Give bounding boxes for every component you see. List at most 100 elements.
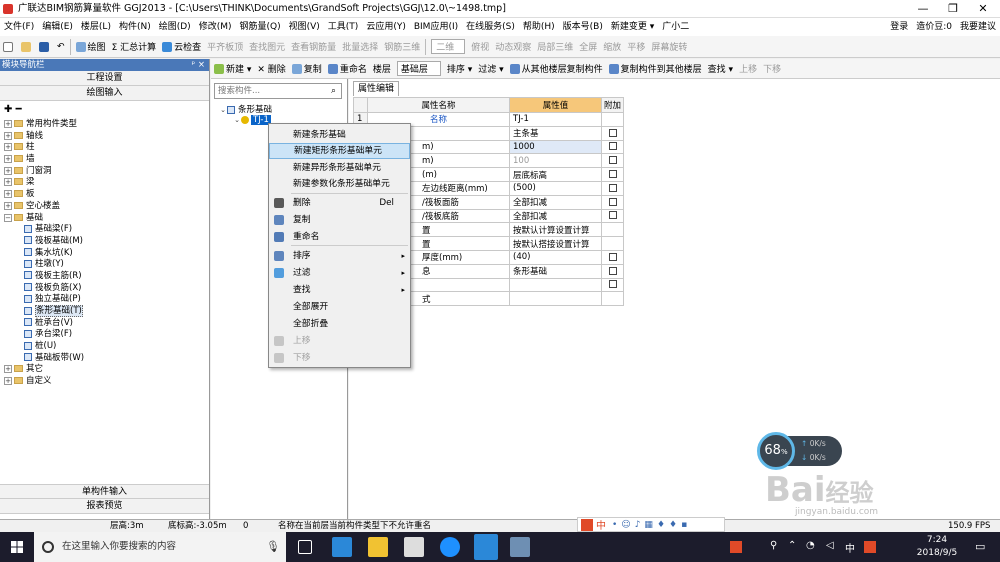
property-value[interactable]: 全部扣减 bbox=[509, 194, 602, 210]
property-value[interactable]: 100 bbox=[509, 153, 602, 169]
property-value[interactable]: 1000 bbox=[509, 139, 602, 155]
nav-item[interactable]: 筏板负筋(X) bbox=[4, 283, 209, 295]
fullscreen-button[interactable]: 全屏 bbox=[576, 36, 600, 58]
property-value[interactable]: 层底标高 bbox=[509, 167, 602, 182]
expand-icon[interactable]: + bbox=[4, 190, 12, 199]
draw-button[interactable]: 绘图 bbox=[73, 36, 109, 58]
project-settings-button[interactable]: 工程设置 bbox=[0, 71, 209, 86]
orbit-button[interactable]: 动态观察 bbox=[492, 36, 534, 58]
clock-date[interactable]: 2018/9/5 bbox=[912, 548, 962, 558]
rotate-screen-button[interactable]: 屏幕旋转 bbox=[648, 36, 690, 58]
rename-button[interactable]: 重命名 bbox=[325, 58, 370, 80]
context-menu-item[interactable]: 重命名 bbox=[269, 229, 410, 245]
nav-folder[interactable]: + 柱 bbox=[4, 142, 209, 154]
extra-checkbox[interactable] bbox=[608, 197, 617, 206]
floor-select[interactable]: 基础层 bbox=[394, 58, 444, 80]
align-slab-top-button[interactable]: 平齐板顶 bbox=[204, 36, 246, 58]
extra-checkbox[interactable] bbox=[608, 252, 617, 261]
new-button[interactable]: 新建 ▾ bbox=[211, 58, 254, 80]
expand-icon[interactable]: + bbox=[4, 377, 12, 386]
edge-icon[interactable] bbox=[440, 537, 460, 557]
people-icon[interactable]: ⚲ bbox=[770, 540, 777, 551]
move-down-button[interactable]: 下移 bbox=[760, 58, 784, 80]
property-value[interactable] bbox=[509, 291, 602, 307]
nav-folder[interactable]: + 墙 bbox=[4, 154, 209, 166]
mail-icon[interactable] bbox=[404, 537, 424, 557]
menu-online[interactable]: 在线服务(S) bbox=[462, 18, 519, 36]
extra-checkbox[interactable] bbox=[608, 211, 617, 220]
extra-checkbox[interactable] bbox=[608, 183, 617, 192]
nav-folder[interactable]: + 门窗洞 bbox=[4, 166, 209, 178]
task-view-icon[interactable] bbox=[298, 540, 312, 554]
expand-icon[interactable]: + bbox=[4, 120, 12, 128]
nav-item[interactable]: 桩承台(V) bbox=[4, 318, 209, 330]
extra-checkbox[interactable] bbox=[608, 266, 617, 275]
copy-from-floor-button[interactable]: 从其他楼层复制构件 bbox=[507, 58, 606, 80]
expand-icon[interactable]: + bbox=[4, 143, 12, 152]
context-menu-item[interactable]: 删除 Del bbox=[269, 195, 410, 211]
sort-button[interactable]: 排序 ▾ bbox=[444, 58, 475, 80]
cloud-check-button[interactable]: 云检查 bbox=[159, 36, 204, 58]
top-view-button[interactable]: 俯视 bbox=[468, 36, 492, 58]
move-up-button[interactable]: 上移 bbox=[736, 58, 760, 80]
nav-folder[interactable]: − 基础 bbox=[4, 213, 209, 225]
property-value[interactable]: 条形基础 bbox=[509, 263, 602, 279]
nav-folder[interactable]: + 空心楼盖 bbox=[4, 201, 209, 213]
menu-help[interactable]: 帮助(H) bbox=[519, 18, 559, 36]
clock-time[interactable]: 7:24 bbox=[912, 535, 962, 545]
nav-item[interactable]: 条形基础(T) bbox=[4, 305, 209, 318]
nav-folder[interactable]: + 其它 bbox=[4, 364, 209, 376]
cost-beans[interactable]: 造价豆:0 bbox=[912, 18, 956, 36]
ime-tool-icons[interactable]: •☺♪▦♦♦▪ bbox=[612, 520, 691, 530]
context-menu-item[interactable]: 全部折叠 bbox=[269, 316, 410, 332]
zoom-button[interactable]: 缩放 bbox=[600, 36, 624, 58]
expand-icon[interactable]: + bbox=[4, 365, 12, 374]
network-widget[interactable]: ↑ 0K/s ↓ 0K/s 68% bbox=[757, 432, 843, 470]
menu-assistant[interactable]: 广小二 bbox=[658, 18, 693, 36]
up-arrow-icon[interactable]: ⌃ bbox=[788, 540, 796, 551]
microphone-icon[interactable]: 🎙 bbox=[266, 540, 280, 553]
pan-button[interactable]: 平移 bbox=[624, 36, 648, 58]
context-menu-item[interactable]: 新建异形条形基础单元 bbox=[269, 160, 410, 176]
menu-file[interactable]: 文件(F) bbox=[0, 18, 38, 36]
summary-calc-button[interactable]: Σ 汇总计算 bbox=[109, 36, 160, 58]
context-menu-item[interactable]: 复制 bbox=[269, 212, 410, 228]
glodon-app-icon[interactable] bbox=[474, 534, 498, 560]
expand-icon[interactable]: + bbox=[4, 166, 12, 175]
extra-checkbox[interactable] bbox=[608, 170, 617, 179]
login-link[interactable]: 登录 bbox=[886, 18, 912, 36]
expand-icon[interactable]: + bbox=[4, 155, 12, 164]
expand-icon[interactable]: + bbox=[4, 178, 12, 187]
menu-new-change[interactable]: 新建变更 ▾ bbox=[607, 18, 658, 36]
windows-start-icon[interactable] bbox=[11, 541, 23, 553]
menu-tools[interactable]: 工具(T) bbox=[324, 18, 363, 36]
property-value[interactable]: 按默认计算设置计算 bbox=[509, 222, 602, 238]
extra-checkbox[interactable] bbox=[608, 156, 617, 165]
menu-version[interactable]: 版本号(B) bbox=[559, 18, 607, 36]
report-preview-button[interactable]: 报表预览 bbox=[0, 499, 209, 514]
open-folder-icon[interactable] bbox=[18, 36, 36, 58]
context-menu-item[interactable]: 下移 bbox=[269, 350, 410, 366]
collapse-all-icon[interactable]: ━ bbox=[16, 104, 22, 115]
nav-item[interactable]: 承台梁(F) bbox=[4, 329, 209, 341]
file-explorer-icon[interactable] bbox=[368, 537, 388, 557]
nav-item[interactable]: 集水坑(K) bbox=[4, 248, 209, 260]
search-input[interactable]: 搜索构件... bbox=[214, 83, 342, 99]
ime-toolbar[interactable]: 中 •☺♪▦♦♦▪ bbox=[577, 517, 725, 532]
menu-modify[interactable]: 修改(M) bbox=[195, 18, 236, 36]
batch-select-button[interactable]: 批量选择 bbox=[339, 36, 381, 58]
copy-button[interactable]: 复制 bbox=[289, 58, 325, 80]
pin-close-icon[interactable]: ᵖ × bbox=[192, 59, 205, 71]
property-value[interactable]: (500) bbox=[509, 180, 602, 196]
view-rebar-button[interactable]: 查看钢筋量 bbox=[288, 36, 339, 58]
rebar-3d-button[interactable]: 钢筋三维 bbox=[381, 36, 423, 58]
menu-bim[interactable]: BIM应用(I) bbox=[410, 18, 462, 36]
app-icon-1[interactable] bbox=[332, 537, 352, 557]
wifi-icon[interactable]: ◔ bbox=[806, 540, 815, 551]
property-value[interactable]: 按默认搭接设置计算 bbox=[509, 236, 602, 251]
single-component-button[interactable]: 单构件输入 bbox=[0, 484, 209, 499]
expand-icon[interactable]: + bbox=[4, 201, 12, 210]
tray-ime[interactable]: 中 bbox=[845, 540, 855, 555]
context-menu-item[interactable]: 新建条形基础 bbox=[269, 127, 410, 143]
property-value[interactable]: 主条基 bbox=[509, 125, 602, 141]
